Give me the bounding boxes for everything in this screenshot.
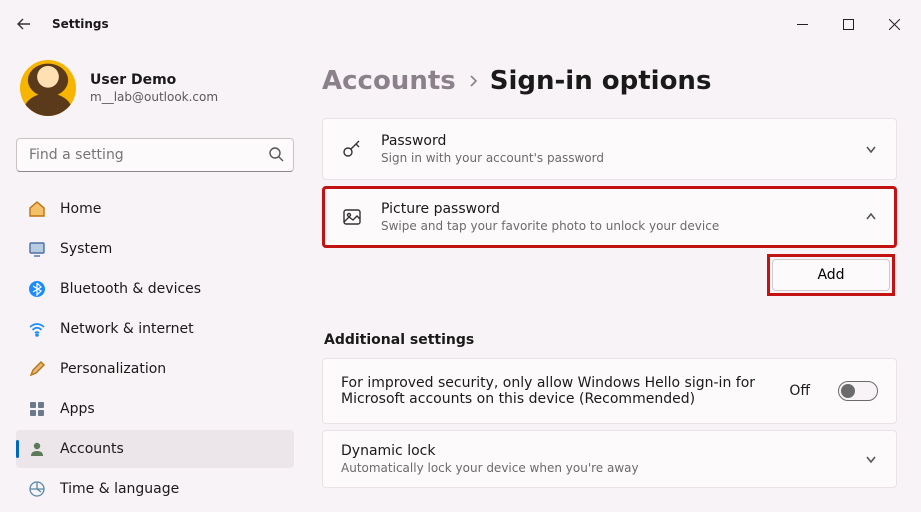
- key-icon: [341, 138, 363, 160]
- nav-time-language[interactable]: Time & language: [16, 470, 294, 508]
- nav-item-label: System: [60, 241, 112, 257]
- add-button-row: Add: [322, 248, 897, 320]
- card-subtitle: Sign in with your account's password: [381, 151, 846, 165]
- add-button[interactable]: Add: [772, 259, 890, 291]
- add-button-highlight: Add: [767, 254, 895, 296]
- search-box: [16, 138, 294, 172]
- titlebar: Settings: [0, 0, 921, 48]
- nav-apps[interactable]: Apps: [16, 390, 294, 428]
- setting-text: For improved security, only allow Window…: [341, 375, 771, 407]
- chevron-down-icon: [864, 452, 878, 466]
- profile-block[interactable]: User Demo m__lab@outlook.com: [16, 56, 294, 130]
- additional-heading: Additional settings: [324, 332, 897, 348]
- close-icon: [889, 19, 900, 30]
- nav-home[interactable]: Home: [16, 190, 294, 228]
- profile-name: User Demo: [90, 72, 218, 88]
- breadcrumb-parent[interactable]: Accounts: [322, 66, 456, 96]
- window-title: Settings: [52, 17, 109, 31]
- search-input[interactable]: [16, 138, 294, 172]
- main-content: Accounts Sign-in options Password Sign i…: [310, 48, 921, 512]
- system-icon: [28, 240, 46, 258]
- card-subtitle: Swipe and tap your favorite photo to unl…: [381, 219, 846, 233]
- hello-toggle[interactable]: [838, 381, 878, 401]
- home-icon: [28, 200, 46, 218]
- close-button[interactable]: [871, 8, 917, 40]
- minimize-icon: [797, 19, 808, 30]
- chevron-down-icon: [864, 142, 878, 156]
- paintbrush-icon: [28, 360, 46, 378]
- nav-item-label: Network & internet: [60, 321, 194, 337]
- maximize-icon: [843, 19, 854, 30]
- nav: Home System Bluetooth & devices Network …: [16, 190, 294, 508]
- window-controls: [779, 8, 917, 40]
- person-icon: [28, 440, 46, 458]
- breadcrumb: Accounts Sign-in options: [322, 66, 897, 96]
- avatar: [20, 60, 76, 116]
- nav-system[interactable]: System: [16, 230, 294, 268]
- nav-item-label: Bluetooth & devices: [60, 281, 201, 297]
- card-title: Dynamic lock: [341, 443, 846, 459]
- bluetooth-icon: [28, 280, 46, 298]
- card-title: Picture password: [381, 201, 846, 217]
- chevron-up-icon: [864, 210, 878, 224]
- nav-item-label: Accounts: [60, 441, 124, 457]
- nav-item-label: Home: [60, 201, 101, 217]
- nav-network[interactable]: Network & internet: [16, 310, 294, 348]
- maximize-button[interactable]: [825, 8, 871, 40]
- nav-item-label: Personalization: [60, 361, 166, 377]
- back-button[interactable]: [4, 4, 44, 44]
- search-icon: [268, 146, 284, 162]
- chevron-right-icon: [466, 74, 480, 88]
- back-arrow-icon: [16, 16, 32, 32]
- breadcrumb-current: Sign-in options: [490, 66, 712, 96]
- sidebar: User Demo m__lab@outlook.com Home System…: [0, 48, 310, 512]
- apps-icon: [28, 400, 46, 418]
- nav-accounts[interactable]: Accounts: [16, 430, 294, 468]
- picture-password-row[interactable]: Picture password Swipe and tap your favo…: [322, 186, 897, 248]
- password-row[interactable]: Password Sign in with your account's pas…: [322, 118, 897, 180]
- globe-clock-icon: [28, 480, 46, 498]
- nav-personalization[interactable]: Personalization: [16, 350, 294, 388]
- card-title: Password: [381, 133, 846, 149]
- hello-signin-setting: For improved security, only allow Window…: [322, 358, 897, 424]
- nav-item-label: Time & language: [60, 481, 179, 497]
- profile-email: m__lab@outlook.com: [90, 90, 218, 104]
- minimize-button[interactable]: [779, 8, 825, 40]
- card-subtitle: Automatically lock your device when you'…: [341, 461, 846, 475]
- toggle-state-label: Off: [789, 383, 810, 399]
- nav-item-label: Apps: [60, 401, 95, 417]
- dynamic-lock-row[interactable]: Dynamic lock Automatically lock your dev…: [322, 430, 897, 488]
- nav-bluetooth[interactable]: Bluetooth & devices: [16, 270, 294, 308]
- wifi-icon: [28, 320, 46, 338]
- picture-icon: [341, 206, 363, 228]
